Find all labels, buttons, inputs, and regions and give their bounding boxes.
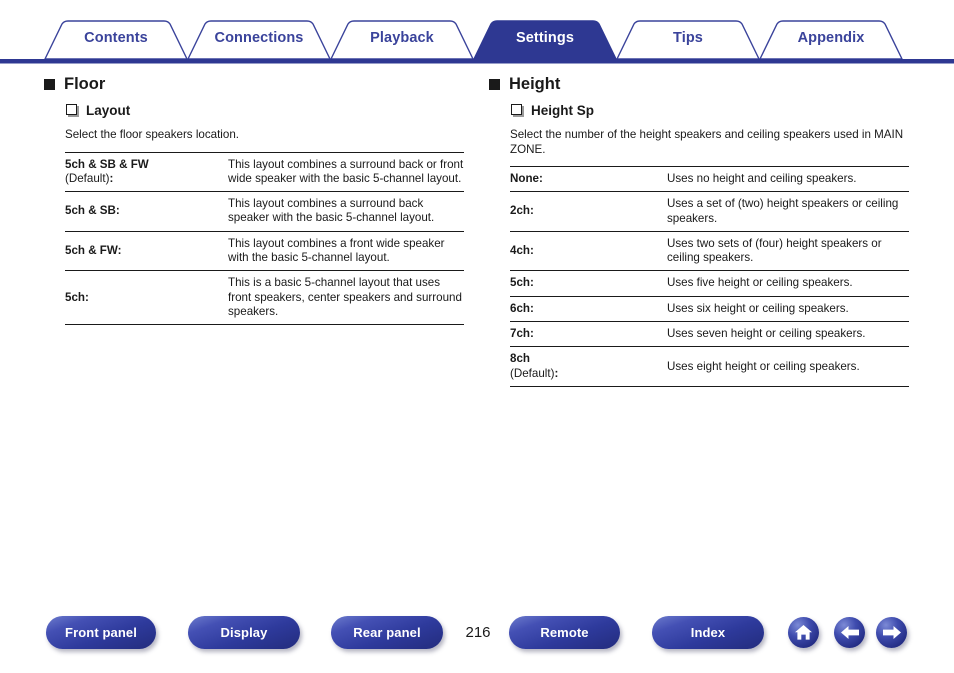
table-row: 4ch: Uses two sets of (four) height spea… [510, 230, 909, 271]
option-description: Uses a set of (two) height speakers or c… [667, 191, 909, 232]
option-description: This is a basic 5-channel layout that us… [228, 270, 464, 326]
floor-subsection-heading: Layout [66, 102, 464, 119]
home-icon [794, 624, 813, 641]
layout-title-text: Layout [86, 103, 131, 118]
option-term: 4ch: [510, 230, 667, 271]
option-term: 6ch: [510, 295, 667, 322]
page-number: 216 [465, 624, 491, 641]
floor-title-text: Floor [64, 75, 106, 93]
table-row: 7ch: Uses seven height or ceiling speake… [510, 321, 909, 347]
forward-button[interactable] [876, 617, 907, 648]
tab-settings[interactable]: Settings [474, 18, 616, 58]
option-default-note: (Default): [65, 171, 114, 185]
option-description: Uses six height or ceiling speakers. [667, 295, 909, 322]
option-description: This layout combines a surround back spe… [228, 191, 464, 232]
floor-options-table: 5ch & SB & FW (Default): This layout com… [65, 151, 464, 326]
arrow-right-icon [882, 625, 902, 640]
tab-bar: Contents Connections Playback Settings T… [0, 18, 954, 64]
index-button[interactable]: Index [652, 616, 764, 649]
table-row: None: Uses no height and ceiling speaker… [510, 165, 909, 192]
floor-intro-text: Select the floor speakers location. [65, 128, 240, 141]
option-term: 5ch: [65, 270, 228, 326]
display-button[interactable]: Display [188, 616, 300, 649]
option-term: 5ch: [510, 270, 667, 297]
front-panel-button[interactable]: Front panel [46, 616, 156, 649]
option-description: Uses seven height or ceiling speakers. [667, 321, 909, 347]
option-description: Uses no height and ceiling speakers. [667, 165, 909, 192]
option-default-note: (Default): [510, 366, 559, 380]
height-sp-title-text: Height Sp [531, 103, 594, 118]
table-row: 5ch & FW: This layout combines a front w… [65, 230, 464, 271]
option-term: None: [510, 165, 667, 192]
outlined-square-bullet-icon [66, 104, 77, 115]
option-term-text: 5ch & SB & FW [65, 157, 149, 171]
option-description: Uses five height or ceiling speakers. [667, 270, 909, 297]
height-title-text: Height [509, 75, 561, 93]
option-term: 5ch & SB & FW (Default): [65, 151, 228, 192]
option-description: Uses two sets of (four) height speakers … [667, 230, 909, 271]
section-height: Height Height Sp Select the number of th… [489, 74, 909, 387]
tab-tips[interactable]: Tips [617, 18, 759, 58]
section-floor: Floor Layout Select the floor speakers l… [44, 74, 464, 326]
option-term: 5ch & FW: [65, 230, 228, 271]
option-term-text: 8ch [510, 352, 530, 366]
height-subsection-heading: Height Sp [511, 102, 909, 119]
outlined-square-bullet-icon [511, 104, 522, 115]
height-section-heading: Height [489, 74, 909, 94]
tab-appendix[interactable]: Appendix [760, 18, 902, 58]
remote-button[interactable]: Remote [509, 616, 620, 649]
option-term: 5ch & SB: [65, 191, 228, 232]
table-row: 5ch: This is a basic 5-channel layout th… [65, 270, 464, 326]
table-row: 5ch & SB: This layout combines a surroun… [65, 191, 464, 232]
floor-section-heading: Floor [44, 74, 464, 94]
option-term: 2ch: [510, 191, 667, 232]
height-options-table: None: Uses no height and ceiling speaker… [510, 165, 909, 387]
table-row: 6ch: Uses six height or ceiling speakers… [510, 295, 909, 322]
filled-square-bullet-icon [489, 78, 500, 90]
home-button[interactable] [788, 617, 819, 648]
tab-playback[interactable]: Playback [331, 18, 473, 58]
tab-connections[interactable]: Connections [188, 18, 330, 58]
filled-square-bullet-icon [44, 78, 55, 90]
table-row: 5ch: Uses five height or ceiling speaker… [510, 270, 909, 297]
footer-navigation: Front panel Display Rear panel 216 Remot… [0, 612, 954, 664]
back-button[interactable] [834, 617, 865, 648]
option-description: Uses eight height or ceiling speakers. [667, 346, 909, 387]
table-row: 2ch: Uses a set of (two) height speakers… [510, 191, 909, 232]
table-row: 5ch & SB & FW (Default): This layout com… [65, 151, 464, 192]
rear-panel-button[interactable]: Rear panel [331, 616, 443, 649]
arrow-left-icon [840, 625, 860, 640]
height-intro-text: Select the number of the height speakers… [510, 128, 904, 156]
table-row: 8ch (Default): Uses eight height or ceil… [510, 346, 909, 387]
tab-contents[interactable]: Contents [45, 18, 187, 58]
option-term: 7ch: [510, 321, 667, 347]
option-description: This layout combines a front wide speake… [228, 230, 464, 271]
option-description: This layout combines a surround back or … [228, 151, 464, 192]
option-term: 8ch (Default): [510, 346, 667, 387]
